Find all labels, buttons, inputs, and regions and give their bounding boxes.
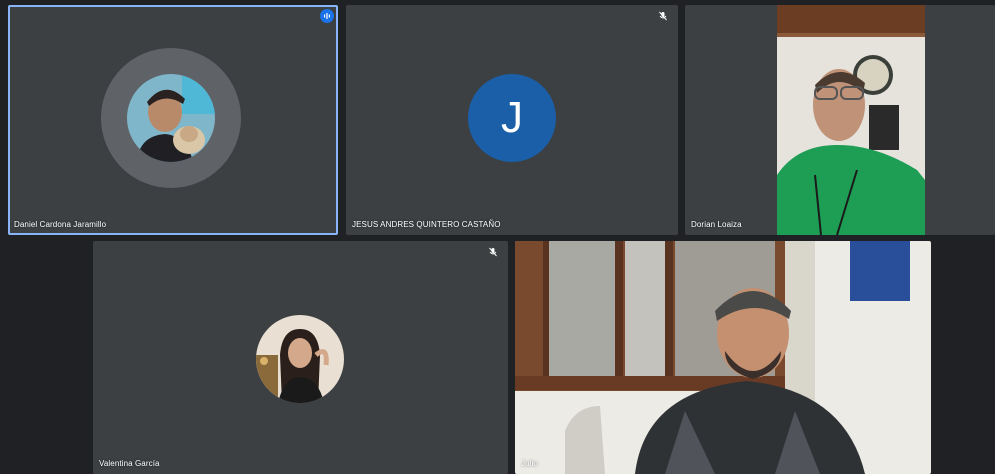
participant-name: Valentina García — [99, 459, 160, 468]
participant-tile-julio[interactable]: Julio — [515, 241, 931, 474]
avatar: J — [468, 74, 556, 162]
video-feed — [515, 241, 931, 474]
video-feed — [777, 5, 925, 235]
avatar — [101, 48, 241, 188]
mic-off-icon — [486, 245, 500, 259]
participant-name: Julio — [521, 459, 538, 468]
participant-tile-daniel[interactable]: Daniel Cardona Jaramillo — [8, 5, 338, 235]
speaking-indicator-icon — [320, 9, 334, 23]
participant-tile-dorian[interactable]: Dorian Loaiza — [685, 5, 995, 235]
participant-name: Dorian Loaiza — [691, 220, 742, 229]
participant-tile-jesus[interactable]: J JESUS ANDRES QUINTERO CASTAÑO — [346, 5, 678, 235]
avatar — [256, 315, 344, 403]
participant-name: JESUS ANDRES QUINTERO CASTAÑO — [352, 220, 501, 229]
participant-name: Daniel Cardona Jaramillo — [14, 220, 107, 229]
mic-off-icon — [656, 9, 670, 23]
avatar-photo — [127, 74, 215, 162]
participant-tile-valentina[interactable]: Valentina García — [93, 241, 508, 474]
